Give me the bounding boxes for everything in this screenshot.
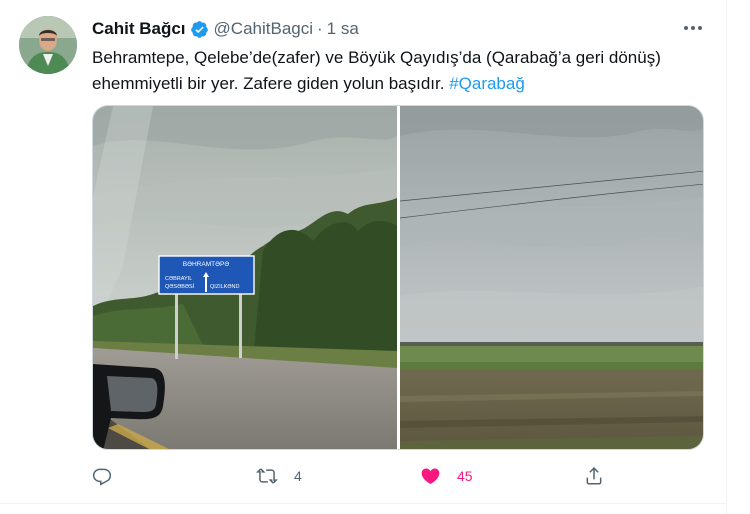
author-name[interactable]: Cahit Bağcı: [92, 19, 186, 39]
hashtag-link[interactable]: #Qarabağ: [449, 74, 525, 93]
heart-icon: [421, 468, 440, 484]
photo-field[interactable]: [400, 106, 704, 450]
share-button[interactable]: [584, 466, 604, 486]
retweet-icon: [256, 468, 278, 484]
divider: [0, 503, 726, 504]
photo-road-sign[interactable]: BƏHRAMTƏPƏ CƏBRAYIL QƏSƏBƏSİ QIZILKƏND: [93, 106, 397, 450]
avatar[interactable]: [19, 16, 77, 74]
reply-button[interactable]: [92, 466, 112, 486]
share-icon: [586, 467, 602, 485]
sign-text-right: QIZILKƏND: [210, 284, 240, 290]
tweet-card[interactable]: Cahit Bağcı @CahitBagci · 1 sa Behramtep…: [0, 0, 726, 514]
avatar-image: [19, 16, 77, 74]
sign-text-left2: QƏSƏBƏSİ: [165, 283, 195, 290]
verified-badge-icon: [190, 20, 208, 38]
page-margin: [726, 0, 750, 514]
tweet-text: Behramtepe, Qelebe’de(zafer) ve Böyük Qa…: [92, 45, 712, 97]
tweet-actions: 4 45: [0, 464, 726, 490]
more-options-icon[interactable]: [681, 18, 705, 38]
sign-text-top: BƏHRAMTƏPƏ: [183, 261, 230, 268]
tweet-body: Behramtepe, Qelebe’de(zafer) ve Böyük Qa…: [92, 48, 661, 93]
sign-text-left1: CƏBRAYIL: [165, 276, 192, 282]
like-button[interactable]: 45: [420, 466, 473, 486]
tweet-time[interactable]: 1 sa: [327, 19, 359, 39]
like-count: 45: [457, 468, 473, 484]
author-handle[interactable]: @CahitBagci: [214, 19, 313, 39]
tweet-header: Cahit Bağcı @CahitBagci · 1 sa: [92, 18, 359, 40]
tweet-media: BƏHRAMTƏPƏ CƏBRAYIL QƏSƏBƏSİ QIZILKƏND: [92, 105, 704, 450]
retweet-button[interactable]: 4: [256, 466, 302, 486]
retweet-count: 4: [294, 468, 302, 484]
reply-icon: [92, 468, 112, 486]
separator-dot: ·: [317, 19, 323, 38]
